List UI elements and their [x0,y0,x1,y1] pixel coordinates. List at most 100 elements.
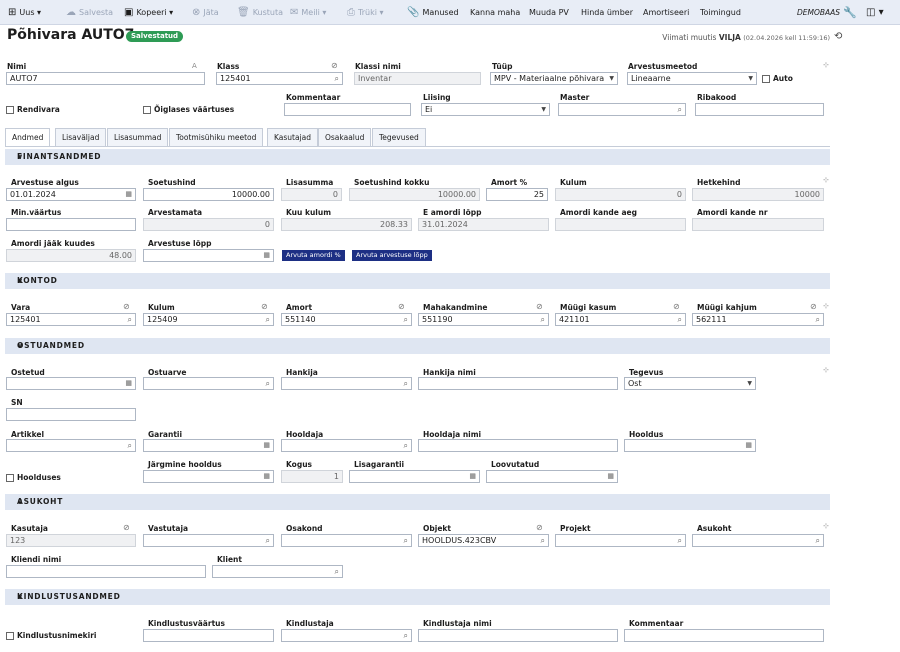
search-icon[interactable]: ⌕ [816,535,820,546]
kindlustusnimekiri-checkbox[interactable] [6,632,14,640]
pin-icon[interactable]: ⊹ [823,302,829,310]
history-icon[interactable]: ⟲ [834,31,842,42]
tab-andmed[interactable]: Andmed [5,128,51,147]
tab-osakaalud[interactable]: Osakaalud [318,128,372,146]
hooldus-field[interactable]: ▦ [624,439,756,452]
calendar-icon[interactable]: ▦ [263,440,270,451]
arv-algus-field[interactable]: 01.01.2024 ▦ [6,188,136,201]
save-button[interactable]: ☁ Salvesta [66,0,113,25]
actions-button[interactable]: Toimingud [700,0,741,25]
hoolduses-checkbox[interactable] [6,474,14,482]
link-icon[interactable]: ⊘ [261,302,268,311]
section-kindlustusandmed[interactable]: ∨ KINDLUSTUSANDMED [5,589,830,605]
kulum-konto-field[interactable]: 125409 ⌕ [143,313,274,326]
mahakandmine-field[interactable]: 551190 ⌕ [418,313,549,326]
calendar-icon[interactable]: ▦ [745,440,752,451]
search-icon[interactable]: ⌕ [678,104,682,115]
lisagarantii-field[interactable]: ▦ [349,470,480,483]
tab-kasutajad[interactable]: Kasutajad [267,128,319,146]
calendar-icon[interactable]: ▦ [125,378,132,389]
link-icon[interactable]: ⊘ [123,302,130,311]
jargmine-hooldus-field[interactable]: ▦ [143,470,274,483]
soetushind-field[interactable]: 10000.00 [143,188,274,201]
master-field[interactable]: ⌕ [558,103,686,116]
kindlustusvaartus-field[interactable] [143,629,274,642]
calendar-icon[interactable]: ▦ [469,471,476,482]
new-button[interactable]: ⊞ Uus ▾ [8,0,41,25]
vara-field[interactable]: 125401 ⌕ [6,313,136,326]
klass-field[interactable]: 125401 ⌕ [216,72,343,85]
objekt-field[interactable]: HOOLDUS.423CBV ⌕ [418,534,549,547]
projekt-field[interactable]: ⌕ [555,534,686,547]
search-icon[interactable]: ⌕ [335,566,339,577]
translate-icon[interactable]: A [192,62,197,70]
tab-lisavaljad[interactable]: Lisaväljad [55,128,107,146]
change-pv-button[interactable]: Muuda PV [529,0,569,25]
pin-icon[interactable]: ⊹ [823,176,829,184]
ostuarve-field[interactable]: ⌕ [143,377,274,390]
tab-tegevused[interactable]: Tegevused [372,128,426,146]
link-icon[interactable]: ⊘ [810,302,817,311]
arv-lopp-field[interactable]: ▦ [143,249,274,262]
depreciate-button[interactable]: Amortiseeri [643,0,689,25]
asukoht-field[interactable]: ⌕ [692,534,824,547]
delete-button[interactable]: 🗑 Kustuta [237,0,283,25]
hooldaja-nimi-field[interactable] [418,439,618,452]
tyyp-select[interactable]: MPV - Materiaalne põhivara ▼ [490,72,618,85]
kommentaar-field[interactable] [284,103,411,116]
layout-icon[interactable]: ◫ ▾ [866,0,884,25]
search-icon[interactable]: ⌕ [266,535,270,546]
search-icon[interactable]: ⌕ [404,440,408,451]
search-icon[interactable]: ⌕ [816,314,820,325]
kindlustus-kommentaar-field[interactable] [624,629,824,642]
garantii-field[interactable]: ▦ [143,439,274,452]
cancel-button[interactable]: ⊗ Jäta [192,0,219,25]
search-icon[interactable]: ⌕ [404,378,408,389]
mail-button[interactable]: ✉ Meili ▾ [290,0,326,25]
calc-end-button[interactable]: Arvuta arvestuse lõpp [352,250,432,261]
nimi-field[interactable]: AUTO7 [6,72,205,85]
link-icon[interactable]: ⊘ [536,302,543,311]
print-button[interactable]: ⎙ Trüki ▾ [347,0,384,25]
hankija-nimi-field[interactable] [418,377,618,390]
write-off-button[interactable]: Kanna maha [470,0,520,25]
link-icon[interactable]: ⊘ [536,523,543,532]
myygi-kasum-field[interactable]: 421101 ⌕ [555,313,686,326]
search-icon[interactable]: ⌕ [404,535,408,546]
kliendi-nimi-field[interactable] [6,565,206,578]
search-icon[interactable]: ⌕ [266,378,270,389]
tab-lisasummad[interactable]: Lisasummad [107,128,169,146]
loovutatud-field[interactable]: ▦ [486,470,618,483]
search-icon[interactable]: ⌕ [266,314,270,325]
amort-pct-field[interactable]: 25 [486,188,548,201]
auto-checkbox[interactable] [762,75,770,83]
search-icon[interactable]: ⌕ [128,314,132,325]
calendar-icon[interactable]: ▦ [263,471,270,482]
search-icon[interactable]: ⌕ [128,440,132,451]
amort-konto-field[interactable]: 551140 ⌕ [281,313,412,326]
calendar-icon[interactable]: ▦ [125,189,132,200]
revalue-button[interactable]: Hinda ümber [581,0,633,25]
link-icon[interactable]: ⊘ [123,523,130,532]
kindlustaja-nimi-field[interactable] [418,629,618,642]
calendar-icon[interactable]: ▦ [263,250,270,261]
calc-amort-button[interactable]: Arvuta amordi % [282,250,345,261]
pin-icon[interactable]: ⊹ [823,61,829,69]
artikkel-field[interactable]: ⌕ [6,439,136,452]
min-field[interactable] [6,218,136,231]
link-icon[interactable]: ⊘ [398,302,405,311]
osakond-field[interactable]: ⌕ [281,534,412,547]
section-kontod[interactable]: ∨ KONTOD [5,273,830,289]
search-icon[interactable]: ⌕ [541,535,545,546]
link-icon[interactable]: ⊘ [673,302,680,311]
rendivara-checkbox[interactable] [6,106,14,114]
search-icon[interactable]: ⌕ [335,73,339,84]
tab-tootmisyhiku-meetod[interactable]: Tootmisühiku meetod [169,128,264,146]
klient-field[interactable]: ⌕ [212,565,343,578]
hankija-field[interactable]: ⌕ [281,377,412,390]
tegevus-select[interactable]: Ost ▼ [624,377,756,390]
search-icon[interactable]: ⌕ [404,630,408,641]
arvestusmeetod-select[interactable]: Lineaarne ▼ [627,72,757,85]
search-icon[interactable]: ⌕ [678,314,682,325]
oiglane-checkbox[interactable] [143,106,151,114]
